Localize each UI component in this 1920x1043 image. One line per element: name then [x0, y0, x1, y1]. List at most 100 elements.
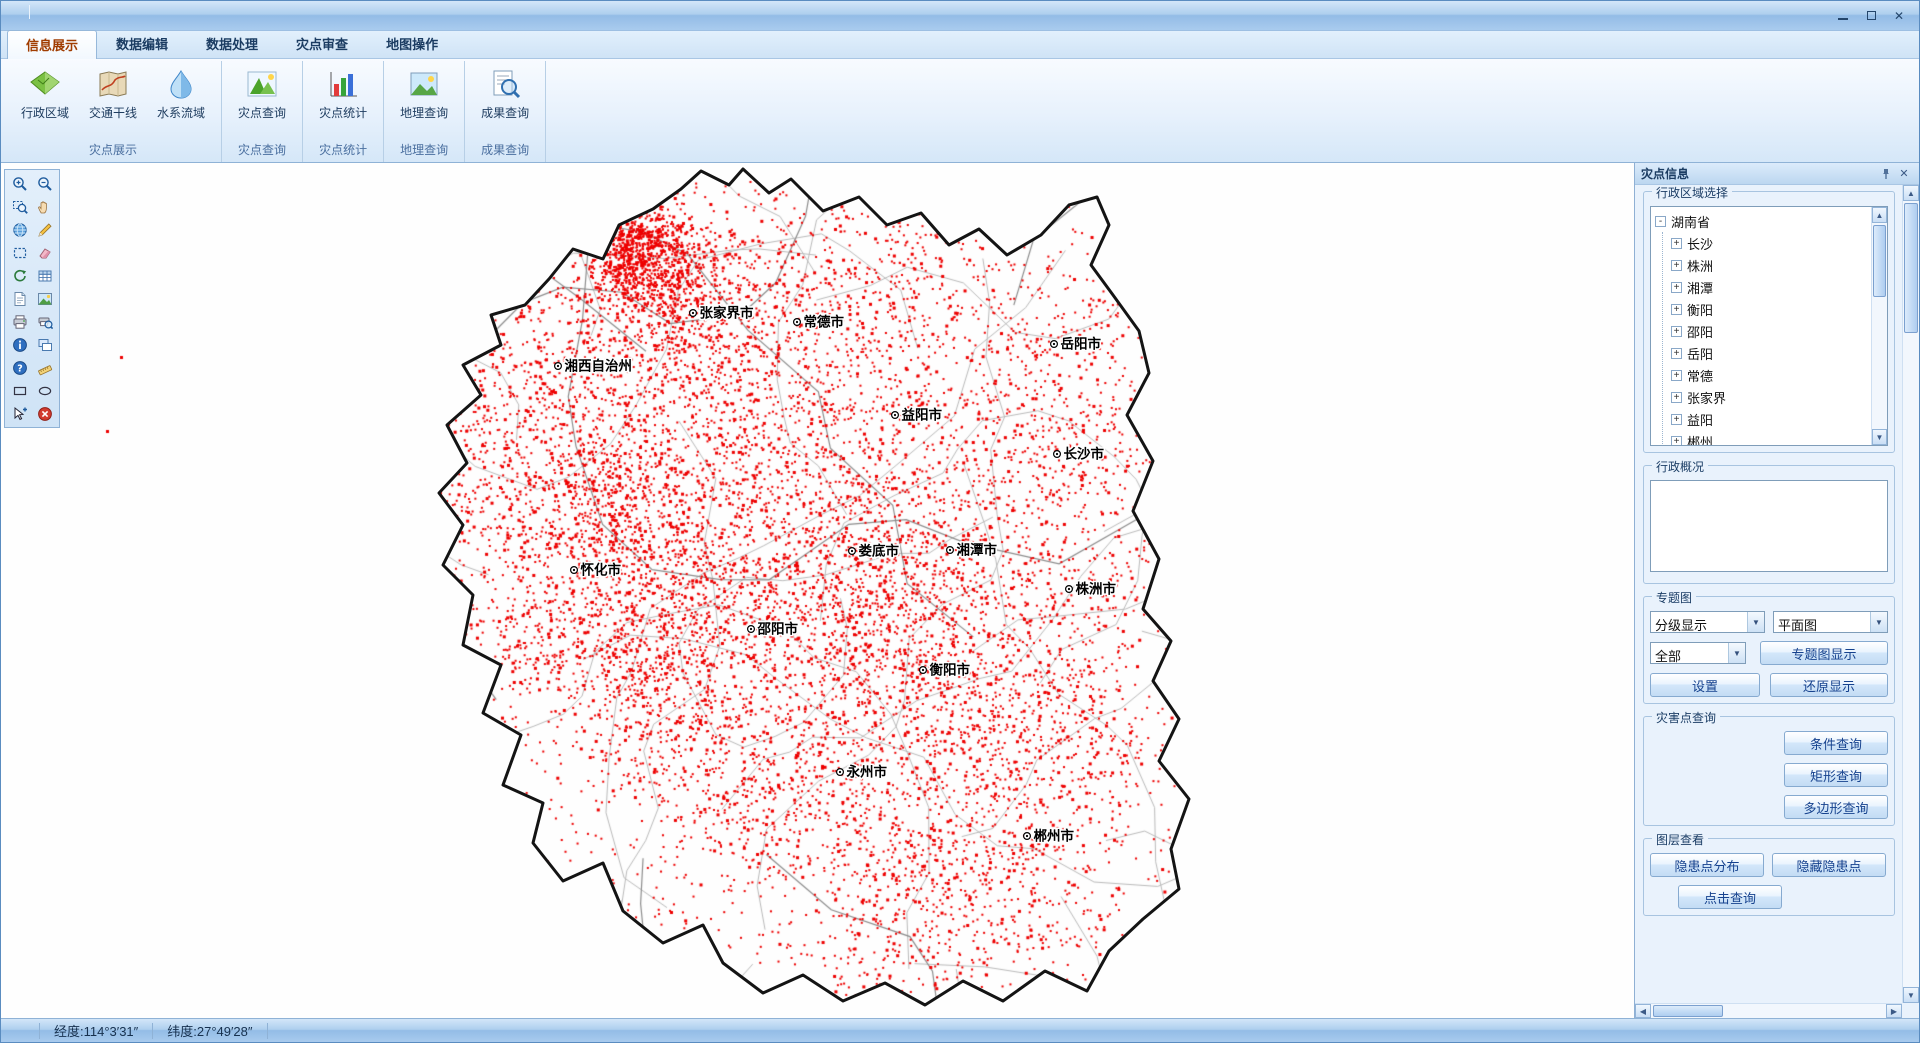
- scroll-down-icon[interactable]: ▼: [1872, 429, 1887, 445]
- click-query-button[interactable]: 点击查询: [1678, 885, 1782, 909]
- scroll-right-icon[interactable]: ▶: [1886, 1004, 1902, 1018]
- expand-expander-icon[interactable]: +: [1671, 282, 1682, 293]
- expand-expander-icon[interactable]: +: [1671, 260, 1682, 271]
- geo-query-button[interactable]: 地理查询: [390, 63, 458, 123]
- zoom-out-icon[interactable]: [32, 172, 57, 195]
- disaster-stats-button[interactable]: 灾点统计: [309, 63, 377, 123]
- tab-data-edit[interactable]: 数据编辑: [97, 29, 187, 58]
- scrollbar-thumb[interactable]: [1873, 225, 1886, 297]
- maximize-button[interactable]: [1857, 6, 1885, 26]
- thematic-show-button[interactable]: 专题图显示: [1760, 641, 1888, 665]
- measure-icon[interactable]: [32, 356, 57, 379]
- danger-distribution-button[interactable]: 隐患点分布: [1650, 853, 1764, 877]
- result-query-button[interactable]: 成果查询: [471, 63, 539, 123]
- map-tool-palette: ?: [4, 169, 60, 428]
- scrollbar-track[interactable]: [1651, 1004, 1886, 1018]
- minimize-button[interactable]: [1829, 6, 1857, 26]
- ribbon-group-disaster-stats: 灾点统计 灾点统计: [303, 61, 384, 162]
- tree-node-city[interactable]: +株洲: [1671, 254, 1869, 276]
- scrollbar-thumb[interactable]: [1904, 203, 1918, 333]
- tree-node-city[interactable]: +益阳: [1671, 408, 1869, 430]
- expand-expander-icon[interactable]: +: [1671, 326, 1682, 337]
- scroll-up-icon[interactable]: ▲: [1872, 207, 1887, 223]
- settings-button[interactable]: 设置: [1650, 673, 1760, 697]
- expand-expander-icon[interactable]: +: [1671, 238, 1682, 249]
- expand-expander-icon[interactable]: +: [1671, 414, 1682, 425]
- latitude-readout: 纬度:27°49′28″: [161, 1021, 258, 1040]
- status-separator: [39, 1023, 40, 1039]
- tree-node-city[interactable]: +张家界: [1671, 386, 1869, 408]
- restore-display-button[interactable]: 还原显示: [1770, 673, 1888, 697]
- scroll-up-icon[interactable]: ▲: [1903, 185, 1919, 201]
- scrollbar-track[interactable]: [1872, 223, 1887, 429]
- traffic-line-button[interactable]: 交通干线: [79, 63, 147, 123]
- tree-node-city[interactable]: + 湘潭: [1671, 276, 1869, 298]
- zoom-window-icon[interactable]: [7, 195, 32, 218]
- scrollbar-track[interactable]: [1903, 201, 1919, 987]
- ellipse-tool-icon[interactable]: [32, 379, 57, 402]
- print-icon[interactable]: [7, 310, 32, 333]
- pencil-icon[interactable]: [32, 218, 57, 241]
- admin-overview-textarea[interactable]: [1650, 480, 1888, 572]
- tree-node-hunan[interactable]: - 湖南省: [1655, 210, 1869, 232]
- tree-children: +长沙 +株洲 + 湘潭 +衡阳 +邵阳 +岳阳 +常德 +张家界 +益阳 +郴州: [1662, 232, 1869, 446]
- scroll-down-icon[interactable]: ▼: [1903, 987, 1919, 1003]
- map-type-select[interactable]: 平面图 ▼: [1773, 611, 1888, 633]
- rectangle-query-button[interactable]: 矩形查询: [1784, 763, 1888, 787]
- tree-node-label: 湘潭: [1687, 278, 1713, 297]
- overview-window-icon[interactable]: [32, 333, 57, 356]
- tab-map-operation[interactable]: 地图操作: [367, 29, 457, 58]
- tree-node-city[interactable]: +岳阳: [1671, 342, 1869, 364]
- expand-expander-icon[interactable]: +: [1671, 370, 1682, 381]
- help-icon[interactable]: ?: [7, 356, 32, 379]
- tab-info-display[interactable]: 信息展示: [7, 30, 97, 59]
- tree-node-city[interactable]: +邵阳: [1671, 320, 1869, 342]
- maximize-icon: [1867, 11, 1876, 20]
- close-button[interactable]: ✕: [1885, 6, 1913, 26]
- zoom-in-icon[interactable]: [7, 172, 32, 195]
- attribute-table-icon[interactable]: [32, 264, 57, 287]
- water-system-button[interactable]: 水系流域: [147, 63, 215, 123]
- expand-expander-icon[interactable]: +: [1671, 436, 1682, 447]
- expand-expander-icon[interactable]: +: [1671, 392, 1682, 403]
- tab-data-process[interactable]: 数据处理: [187, 29, 277, 58]
- collapse-expander-icon[interactable]: -: [1655, 216, 1666, 227]
- map-canvas[interactable]: [1, 163, 1634, 1018]
- globe-icon[interactable]: [7, 218, 32, 241]
- expand-expander-icon[interactable]: +: [1671, 304, 1682, 315]
- tab-disaster-review[interactable]: 灾点审查: [277, 29, 367, 58]
- pan-hand-icon[interactable]: [32, 195, 57, 218]
- admin-region-button[interactable]: 行政区域: [11, 63, 79, 123]
- pin-icon[interactable]: [1877, 166, 1895, 182]
- status-separator: [267, 1023, 268, 1039]
- select-plus-icon[interactable]: [7, 402, 32, 425]
- disaster-query-button[interactable]: 灾点查询: [228, 63, 296, 123]
- info-icon[interactable]: [7, 333, 32, 356]
- scrollbar-thumb[interactable]: [1653, 1005, 1723, 1017]
- close-tool-icon[interactable]: [32, 402, 57, 425]
- display-mode-select[interactable]: 分级显示 ▼: [1650, 611, 1765, 633]
- select-value: 分级显示: [1651, 612, 1747, 632]
- rect-tool-icon[interactable]: [7, 379, 32, 402]
- titlebar-mark: [29, 5, 30, 19]
- panel-close-icon[interactable]: ✕: [1895, 166, 1913, 182]
- print-preview-icon[interactable]: [32, 310, 57, 333]
- image-icon[interactable]: [32, 287, 57, 310]
- eraser-icon[interactable]: [32, 241, 57, 264]
- tree-node-city[interactable]: +郴州: [1671, 430, 1869, 446]
- scroll-left-icon[interactable]: ◀: [1635, 1004, 1651, 1018]
- select-rect-icon[interactable]: [7, 241, 32, 264]
- svg-text:?: ?: [17, 363, 23, 374]
- tree-node-city[interactable]: +衡阳: [1671, 298, 1869, 320]
- refresh-icon[interactable]: [7, 264, 32, 287]
- bar-chart-icon: [326, 67, 360, 101]
- category-select[interactable]: 全部 ▼: [1650, 642, 1746, 664]
- condition-query-button[interactable]: 条件查询: [1784, 731, 1888, 755]
- ribbon-button-label: 灾点查询: [238, 104, 286, 121]
- polygon-query-button[interactable]: 多边形查询: [1784, 795, 1888, 819]
- note-icon[interactable]: [7, 287, 32, 310]
- tree-node-city[interactable]: +常德: [1671, 364, 1869, 386]
- tree-node-city[interactable]: +长沙: [1671, 232, 1869, 254]
- expand-expander-icon[interactable]: +: [1671, 348, 1682, 359]
- hide-danger-button[interactable]: 隐藏隐患点: [1772, 853, 1886, 877]
